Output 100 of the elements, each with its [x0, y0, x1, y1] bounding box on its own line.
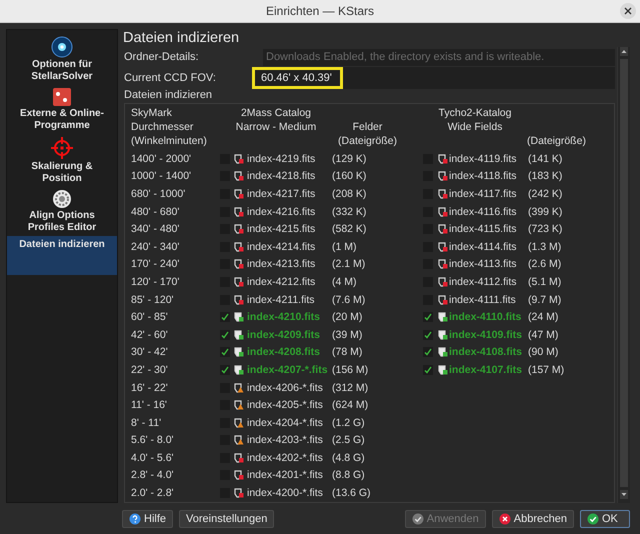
range-cell-text: 1400' - 2000'	[131, 152, 192, 165]
file-size: (8.8 G)	[332, 469, 366, 482]
check-icon	[587, 513, 599, 525]
file-size: (4.8 G)	[332, 452, 366, 464]
file-size: (156 M)	[332, 364, 370, 376]
file-name: index-4119.fits	[449, 152, 518, 165]
dialog-button[interactable]: Abbrechen	[492, 510, 574, 528]
checkbox[interactable]	[423, 364, 433, 375]
file-name: index-4202-*.fits	[247, 452, 324, 464]
file-name: index-4217.fits	[247, 188, 316, 200]
file-name: index-4110.fits	[449, 311, 522, 324]
dialog-button[interactable]: Voreinstellungen	[179, 510, 274, 528]
checkbox[interactable]	[423, 312, 433, 322]
column-header: Tycho2-Katalog Wide Fields	[438, 106, 512, 134]
globe-icon	[51, 36, 73, 58]
dice-icon	[52, 87, 72, 107]
sidebar-item[interactable]: Align Options Profiles Editor	[7, 187, 117, 236]
sidebar-item[interactable]: Externe & Online-Programme	[7, 85, 117, 134]
range-cell-text: 120' - 170'	[131, 276, 180, 288]
gear-icon	[52, 189, 72, 209]
column-header: Felder (Dateigröße)	[337, 120, 398, 148]
range-cell-text: 340' - 480'	[131, 223, 180, 236]
file-size: (1.2 G)	[332, 416, 366, 429]
file-name: index-4215.fits	[247, 223, 316, 236]
checkbox[interactable]	[423, 347, 433, 358]
file-size: (723 K)	[528, 223, 564, 236]
file-size: (9.7 M)	[528, 294, 562, 306]
file-size: (141 K)	[528, 152, 564, 165]
file-name: index-4118.fits	[449, 170, 518, 182]
checkbox[interactable]	[423, 330, 433, 340]
file-size: (129 K)	[332, 152, 368, 165]
file-size: (332 K)	[332, 206, 368, 218]
file-name: index-4212.fits	[247, 276, 316, 288]
file-name: index-4210.fits	[247, 311, 321, 324]
checkbox[interactable]	[220, 330, 230, 340]
range-cell-text: 42' - 60'	[131, 328, 169, 341]
range-cell-text: 16' - 22'	[131, 382, 169, 394]
range-cell-text: 85' - 120'	[131, 294, 175, 306]
range-cell-text: 1000' - 1400'	[131, 170, 192, 182]
file-size: (157 M)	[528, 364, 566, 376]
file-name: index-4116.fits	[449, 206, 518, 218]
file-size: (242 K)	[528, 188, 564, 200]
range-cell-text: 11' - 16'	[131, 399, 168, 412]
scrollbar[interactable]	[617, 47, 630, 503]
file-size: (208 K)	[332, 188, 368, 200]
file-name: index-4203-*.fits	[247, 434, 324, 446]
file-name: index-4115.fits	[449, 223, 518, 236]
file-size: (2.1 M)	[332, 258, 366, 270]
file-size: (2.5 G)	[332, 434, 366, 446]
range-cell-text: 2.8' - 4.0'	[131, 469, 175, 482]
checkbox[interactable]	[220, 347, 230, 358]
file-name: index-4111.fits	[449, 294, 517, 306]
field-label: Current CCD FOV:	[124, 72, 217, 84]
range-cell-text: 240' - 340'	[131, 240, 180, 253]
checkbox[interactable]	[220, 364, 230, 375]
range-cell-text: 30' - 42'	[131, 346, 169, 358]
file-name: index-4201-*.fits	[247, 469, 324, 482]
file-size: (39 M)	[332, 328, 364, 341]
file-name: index-4214.fits	[247, 240, 316, 253]
file-name: index-4107.fits	[449, 364, 523, 376]
check-icon	[412, 513, 424, 525]
file-size: (4 M)	[332, 276, 358, 288]
section-label: Dateien indizieren	[124, 89, 214, 101]
file-size: (183 K)	[528, 170, 564, 182]
range-cell-text: 2.0' - 2.8'	[131, 487, 175, 500]
file-name: index-4114.fits	[449, 240, 518, 253]
sidebar-item[interactable]: Optionen für StellarSolver	[7, 34, 117, 85]
field-label: Ordner-Details:	[124, 51, 200, 63]
file-size: (399 K)	[528, 206, 564, 218]
column-header: 2Mass Catalog Narrow - Medium	[234, 106, 318, 134]
file-name: index-4200-*.fits	[247, 487, 324, 500]
file-name: index-4204-*.fits	[247, 416, 324, 429]
range-cell-text: 22' - 30'	[131, 364, 169, 376]
sidebar-item[interactable]: Skalierung & Position	[7, 134, 117, 187]
dialog-button[interactable]: Hilfe	[122, 510, 174, 528]
file-size: (1 M)	[332, 240, 358, 253]
file-name: index-4207-*.fits	[247, 364, 329, 376]
file-size: (24 M)	[528, 311, 560, 324]
file-size: (582 K)	[332, 223, 368, 236]
range-cell-text: 60' - 85'	[131, 311, 169, 324]
checkbox[interactable]	[220, 312, 230, 322]
file-name: index-4219.fits	[247, 152, 316, 165]
close-button[interactable]	[620, 3, 636, 19]
dialog-button[interactable]: OK	[580, 510, 630, 528]
file-size: (1.3 M)	[528, 240, 562, 253]
window-title: Einrichten — KStars	[266, 4, 374, 18]
file-size: (13.6 G)	[332, 487, 372, 500]
text-field[interactable]: 60.46' x 40.39'	[252, 67, 615, 89]
file-name: index-4209.fits	[247, 328, 321, 341]
file-size: (2.6 M)	[528, 258, 562, 270]
file-name: index-4112.fits	[449, 276, 518, 288]
file-name: index-4208.fits	[247, 346, 321, 358]
column-header: (Dateigröße)	[527, 134, 587, 148]
file-name: index-4113.fits	[449, 258, 518, 270]
range-cell-text: 5.6' - 8.0'	[131, 434, 175, 446]
file-size: (78 M)	[332, 346, 364, 358]
sidebar-item[interactable]: Dateien indizieren	[7, 236, 117, 275]
column-header: SkyMark Durchmesser (Winkelminuten)	[131, 106, 208, 148]
range-cell-text: 4.0' - 5.6'	[131, 452, 175, 464]
range-cell-text: 480' - 680'	[131, 206, 180, 218]
